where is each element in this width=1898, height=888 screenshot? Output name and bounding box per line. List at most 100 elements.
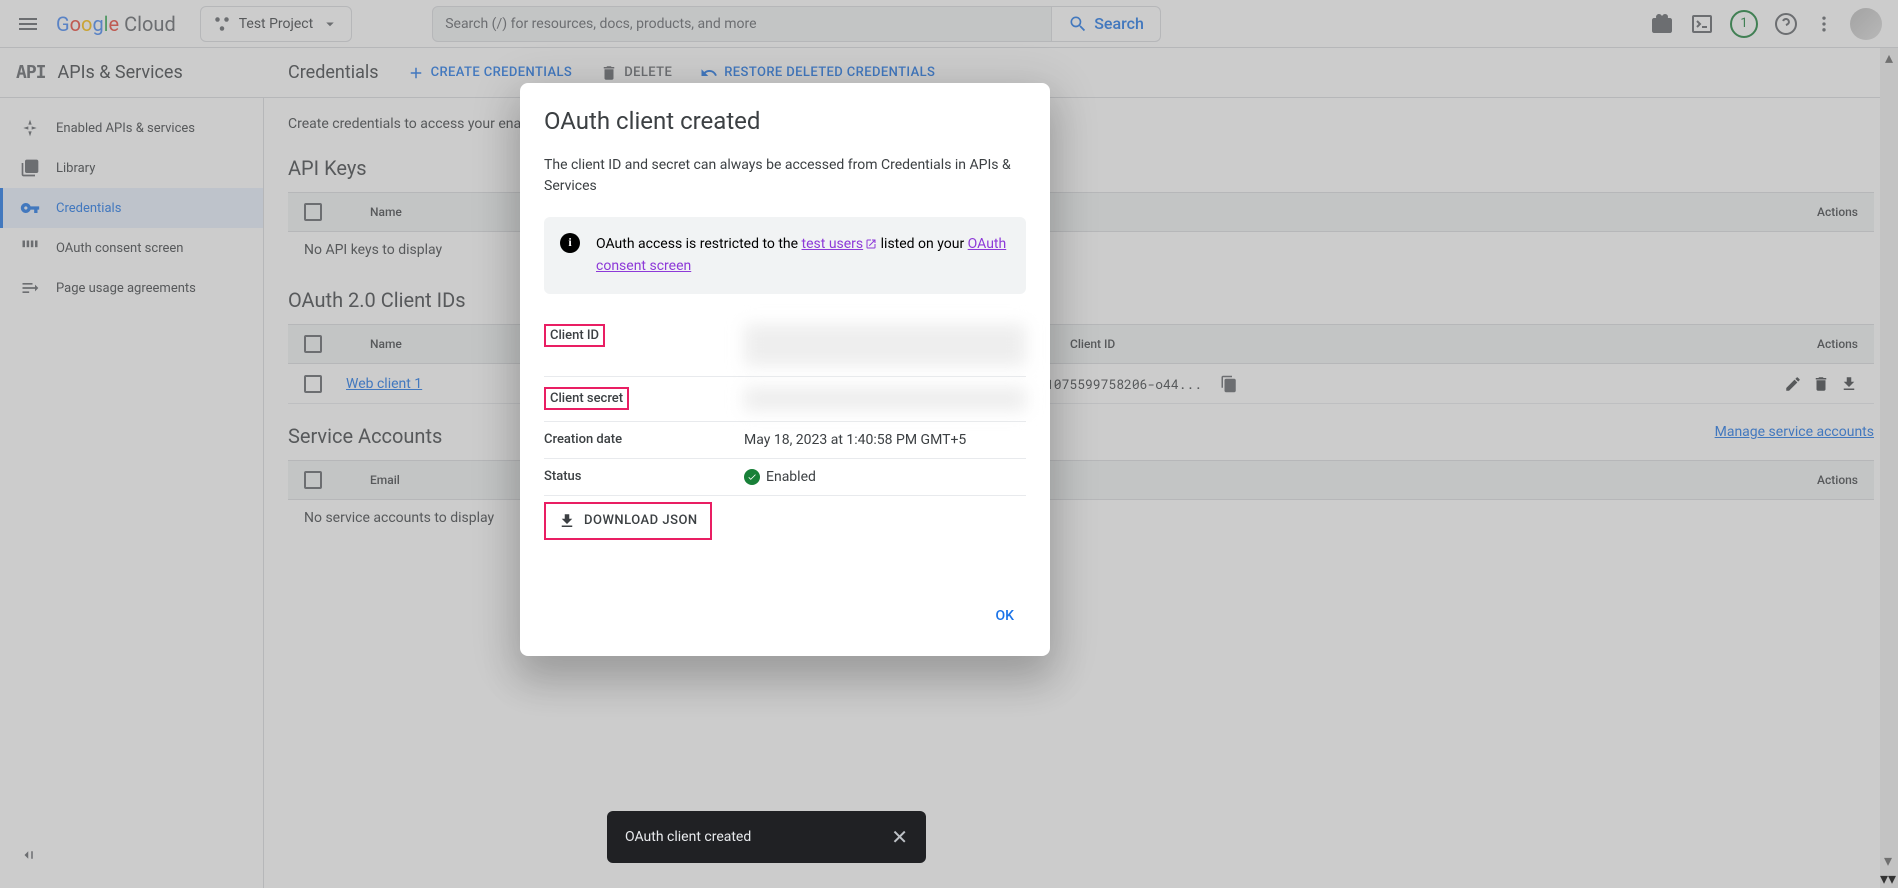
sidebar-label: Enabled APIs & services bbox=[56, 121, 195, 136]
library-icon bbox=[20, 158, 40, 178]
info-box: i OAuth access is restricted to the test… bbox=[544, 217, 1026, 294]
section-title: APIs & Services bbox=[58, 62, 183, 83]
delete-label: DELETE bbox=[624, 65, 672, 80]
hamburger-menu-icon[interactable] bbox=[16, 12, 40, 36]
restore-button[interactable]: RESTORE DELETED CREDENTIALS bbox=[700, 64, 935, 82]
row-checkbox[interactable] bbox=[304, 375, 322, 393]
create-credentials-label: CREATE CREDENTIALS bbox=[431, 65, 573, 80]
ok-button[interactable]: OK bbox=[984, 600, 1027, 632]
actions-column: Actions bbox=[1817, 205, 1858, 219]
copy-client-id-icon[interactable] bbox=[1220, 375, 1238, 393]
sidebar-item-enabled-apis[interactable]: Enabled APIs & services bbox=[0, 108, 263, 148]
topbar-right: 1 bbox=[1650, 8, 1882, 40]
actions-column: Actions bbox=[1817, 337, 1858, 351]
subheader-left: API APIs & Services bbox=[0, 62, 264, 83]
chevron-down-icon bbox=[321, 15, 339, 33]
sidebar-label: Library bbox=[56, 161, 95, 176]
status-row: Status Enabled bbox=[544, 459, 1026, 496]
info-icon: i bbox=[560, 233, 580, 253]
restore-icon bbox=[700, 64, 718, 82]
scroll-down-icon[interactable]: ▾ bbox=[1888, 869, 1896, 888]
sidebar-item-consent-screen[interactable]: OAuth consent screen bbox=[0, 228, 263, 268]
download-json-label: DOWNLOAD JSON bbox=[584, 513, 698, 528]
notification-count: 1 bbox=[1740, 16, 1747, 31]
search-input[interactable]: Search (/) for resources, docs, products… bbox=[432, 6, 1052, 42]
restore-label: RESTORE DELETED CREDENTIALS bbox=[724, 65, 935, 80]
actions-column: Actions bbox=[1817, 473, 1858, 487]
kebab-menu-icon[interactable] bbox=[1814, 14, 1834, 34]
select-all-checkbox[interactable] bbox=[304, 471, 322, 489]
vertical-scrollbar[interactable]: ▴ ▾ ▾▾ bbox=[1880, 48, 1898, 888]
sidebar-label: OAuth consent screen bbox=[56, 241, 183, 256]
toast-notification: OAuth client created ✕ bbox=[607, 811, 926, 863]
enabled-apis-icon bbox=[20, 118, 40, 138]
status-enabled-icon bbox=[744, 469, 760, 485]
info-text-pre: OAuth access is restricted to the bbox=[596, 236, 802, 252]
notifications-badge[interactable]: 1 bbox=[1730, 10, 1758, 38]
status-value: Enabled bbox=[766, 469, 816, 485]
client-secret-value-blurred bbox=[744, 387, 1026, 411]
key-icon bbox=[20, 198, 40, 218]
sidebar-item-credentials[interactable]: Credentials bbox=[0, 188, 263, 228]
sidebar: Enabled APIs & services Library Credenti… bbox=[0, 98, 264, 888]
cloud-shell-icon[interactable] bbox=[1690, 12, 1714, 36]
subheader-right: Credentials CREATE CREDENTIALS DELETE RE… bbox=[264, 62, 935, 83]
logo-cloud-text: Cloud bbox=[124, 12, 176, 36]
creation-date-value: May 18, 2023 at 1:40:58 PM GMT+5 bbox=[744, 432, 1026, 448]
collapse-icon bbox=[20, 846, 38, 864]
sidebar-label: Credentials bbox=[56, 201, 121, 216]
oauth-client-link[interactable]: Web client 1 bbox=[346, 376, 422, 392]
modal-title: OAuth client created bbox=[544, 107, 1026, 135]
delete-button[interactable]: DELETE bbox=[600, 64, 672, 82]
scroll-down-icon[interactable]: ▾ bbox=[1880, 869, 1888, 888]
sidebar-item-page-usage[interactable]: Page usage agreements bbox=[0, 268, 263, 308]
select-all-checkbox[interactable] bbox=[304, 203, 322, 221]
search-placeholder: Search (/) for resources, docs, products… bbox=[445, 16, 756, 32]
sidebar-item-library[interactable]: Library bbox=[0, 148, 263, 188]
client-id-value: 1075599758206-o44... bbox=[1046, 375, 1216, 393]
top-bar: Google Cloud Test Project Search (/) for… bbox=[0, 0, 1898, 48]
agreements-icon bbox=[20, 278, 40, 298]
test-users-link[interactable]: test users bbox=[802, 236, 878, 252]
search-button[interactable]: Search bbox=[1052, 6, 1161, 42]
create-credentials-button[interactable]: CREATE CREDENTIALS bbox=[407, 64, 573, 82]
oauth-client-created-modal: OAuth client created The client ID and s… bbox=[520, 83, 1050, 656]
project-icon bbox=[213, 15, 231, 33]
external-link-icon bbox=[865, 238, 877, 250]
scroll-up-icon[interactable]: ▴ bbox=[1880, 48, 1898, 66]
download-icon[interactable] bbox=[1840, 375, 1858, 393]
select-all-checkbox[interactable] bbox=[304, 335, 322, 353]
client-id-column: Client ID bbox=[1070, 337, 1370, 351]
collapse-sidebar-button[interactable] bbox=[20, 846, 38, 868]
test-users-link-text: test users bbox=[802, 236, 864, 252]
page-title: Credentials bbox=[288, 62, 379, 83]
edit-icon[interactable] bbox=[1784, 375, 1802, 393]
user-avatar[interactable] bbox=[1850, 8, 1882, 40]
modal-description: The client ID and secret can always be a… bbox=[544, 155, 1026, 197]
download-json-button[interactable]: DOWNLOAD JSON bbox=[544, 502, 712, 540]
gift-icon[interactable] bbox=[1650, 12, 1674, 36]
modal-footer: OK bbox=[544, 600, 1026, 632]
help-icon[interactable] bbox=[1774, 12, 1798, 36]
client-id-value-blurred bbox=[744, 324, 1026, 366]
service-accounts-heading: Service Accounts bbox=[288, 424, 442, 448]
project-name: Test Project bbox=[239, 16, 313, 32]
sidebar-label: Page usage agreements bbox=[56, 281, 196, 296]
info-text-mid: listed on your bbox=[877, 236, 968, 252]
delete-icon[interactable] bbox=[1812, 375, 1830, 393]
consent-icon bbox=[20, 238, 40, 258]
google-cloud-logo[interactable]: Google Cloud bbox=[56, 12, 176, 36]
download-icon bbox=[558, 512, 576, 530]
main-content: Create credentials to access your enab A… bbox=[264, 98, 1898, 888]
scroll-down-icon[interactable]: ▾ bbox=[1880, 851, 1896, 869]
toast-close-icon[interactable]: ✕ bbox=[891, 825, 908, 849]
api-icon: API bbox=[16, 62, 46, 83]
search-container: Search (/) for resources, docs, products… bbox=[432, 6, 1161, 42]
plus-icon bbox=[407, 64, 425, 82]
creation-date-row: Creation date May 18, 2023 at 1:40:58 PM… bbox=[544, 422, 1026, 459]
manage-service-accounts-link[interactable]: Manage service accounts bbox=[1715, 424, 1874, 440]
client-id-label: Client ID bbox=[544, 324, 605, 347]
project-picker[interactable]: Test Project bbox=[200, 6, 352, 42]
client-id-row: Client ID bbox=[544, 314, 1026, 377]
status-label: Status bbox=[544, 469, 744, 484]
